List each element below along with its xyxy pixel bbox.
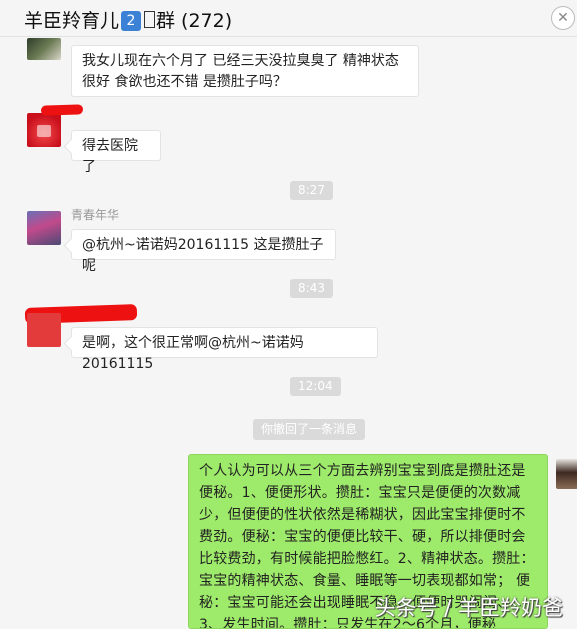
message-bubble: 得去医院了 — [71, 130, 161, 175]
chat-title: 羊臣羚育儿 2 群 (272) — [24, 10, 233, 32]
avatar[interactable] — [27, 113, 61, 147]
redaction-mark — [40, 104, 84, 116]
timestamp: 8:43 — [290, 279, 333, 298]
recall-notice: 你撤回了一条消息 — [253, 419, 366, 440]
my-avatar[interactable] — [556, 459, 577, 489]
message-bubble: 我女儿现在六个月了 已经三天没拉臭臭了 精神状态很好 食欲也还不错 是攒肚子吗？ — [71, 45, 419, 97]
watermark: 头条号 / 羊臣羚奶爸 — [374, 596, 563, 620]
message-bubble: @杭州~诺诺妈20161115 这是攒肚子呢 — [71, 229, 336, 274]
message-bubble: 是啊，这个很正常啊@杭州~诺诺妈20161115 — [71, 327, 378, 372]
avatar[interactable] — [27, 313, 61, 347]
close-button[interactable]: ✕ — [551, 6, 575, 30]
avatar[interactable] — [27, 38, 61, 60]
avatar[interactable] — [27, 211, 61, 245]
missing-glyph-icon — [144, 11, 156, 28]
chat-header: 羊臣羚育儿 2 群 (272) ✕ — [0, 0, 577, 37]
timestamp: 12:04 — [290, 377, 341, 396]
number-badge: 2 — [121, 11, 142, 31]
sender-name: 青春年华 — [71, 208, 120, 222]
timestamp: 8:27 — [290, 181, 333, 200]
